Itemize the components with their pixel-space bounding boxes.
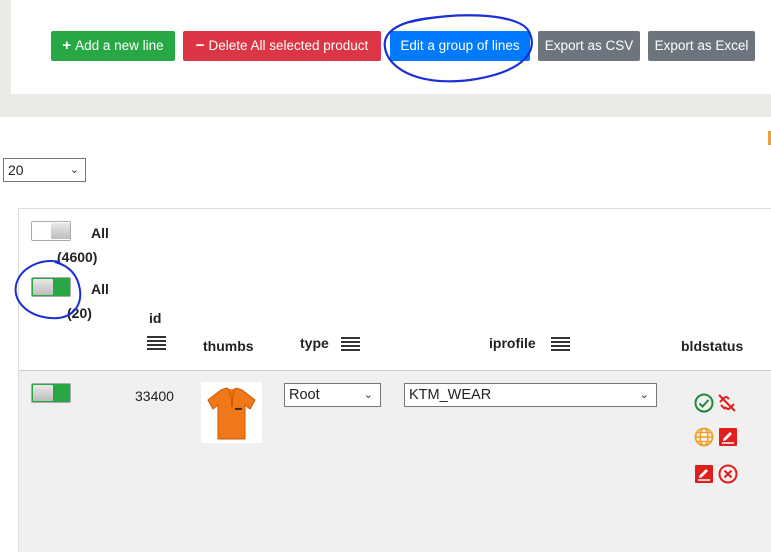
row-type-value: Root <box>289 387 320 403</box>
toggle-knob <box>33 279 53 295</box>
column-header-bldstatus[interactable]: bldstatus <box>681 338 743 354</box>
edit-group-button[interactable]: Edit a group of lines <box>390 31 530 61</box>
delete-selected-label: Delete All selected product <box>208 38 369 53</box>
page-size-select[interactable]: 20 ⌄ <box>3 158 86 182</box>
check-circle-icon[interactable] <box>694 393 714 413</box>
unlink-icon[interactable] <box>717 393 737 413</box>
edit-icon[interactable] <box>718 427 738 447</box>
toggle-knob <box>33 385 53 401</box>
chevron-down-icon: ⌄ <box>363 389 373 401</box>
select-all-page-toggle[interactable] <box>31 277 71 297</box>
export-excel-label: Export as Excel <box>654 38 749 53</box>
column-header-type[interactable]: type <box>300 335 329 351</box>
chevron-down-icon: ⌄ <box>639 389 649 401</box>
tshirt-image <box>207 387 256 440</box>
column-header-thumbs[interactable]: thumbs <box>203 338 254 354</box>
plus-icon: + <box>62 37 72 54</box>
row-type-select[interactable]: Root ⌄ <box>284 383 381 407</box>
edit-group-label: Edit a group of lines <box>400 38 520 53</box>
select-all-total-label: All <box>91 225 109 241</box>
add-line-button[interactable]: + Add a new line <box>51 31 175 61</box>
delete-selected-button[interactable]: − Delete All selected product <box>183 31 381 61</box>
add-line-label: Add a new line <box>75 38 164 53</box>
chevron-down-icon: ⌄ <box>69 164 79 176</box>
select-all-page-count: (20) <box>67 305 92 321</box>
toggle-knob <box>51 223 70 239</box>
export-csv-label: Export as CSV <box>544 38 634 53</box>
export-excel-button[interactable]: Export as Excel <box>648 31 755 61</box>
menu-icon[interactable] <box>341 337 360 351</box>
table-row <box>19 370 771 552</box>
select-all-page-label: All <box>91 281 109 297</box>
cancel-circle-icon[interactable] <box>718 464 738 484</box>
column-header-id[interactable]: id <box>149 310 161 326</box>
product-thumbnail[interactable] <box>201 382 262 443</box>
select-all-total-count: (4600) <box>57 249 98 265</box>
row-iprofile-value: KTM_WEAR <box>409 387 492 403</box>
minus-icon: − <box>195 37 205 54</box>
export-csv-button[interactable]: Export as CSV <box>538 31 640 61</box>
row-select-toggle[interactable] <box>31 383 71 403</box>
page-size-value: 20 <box>8 162 24 178</box>
row-id: 33400 <box>135 388 174 404</box>
menu-icon[interactable] <box>551 337 570 351</box>
menu-icon[interactable] <box>147 336 166 350</box>
globe-icon[interactable] <box>694 427 714 447</box>
column-header-iprofile[interactable]: iprofile <box>489 335 536 351</box>
select-all-total-toggle[interactable] <box>31 221 71 241</box>
row-iprofile-select[interactable]: KTM_WEAR ⌄ <box>404 383 657 407</box>
edit-icon[interactable] <box>694 464 714 484</box>
